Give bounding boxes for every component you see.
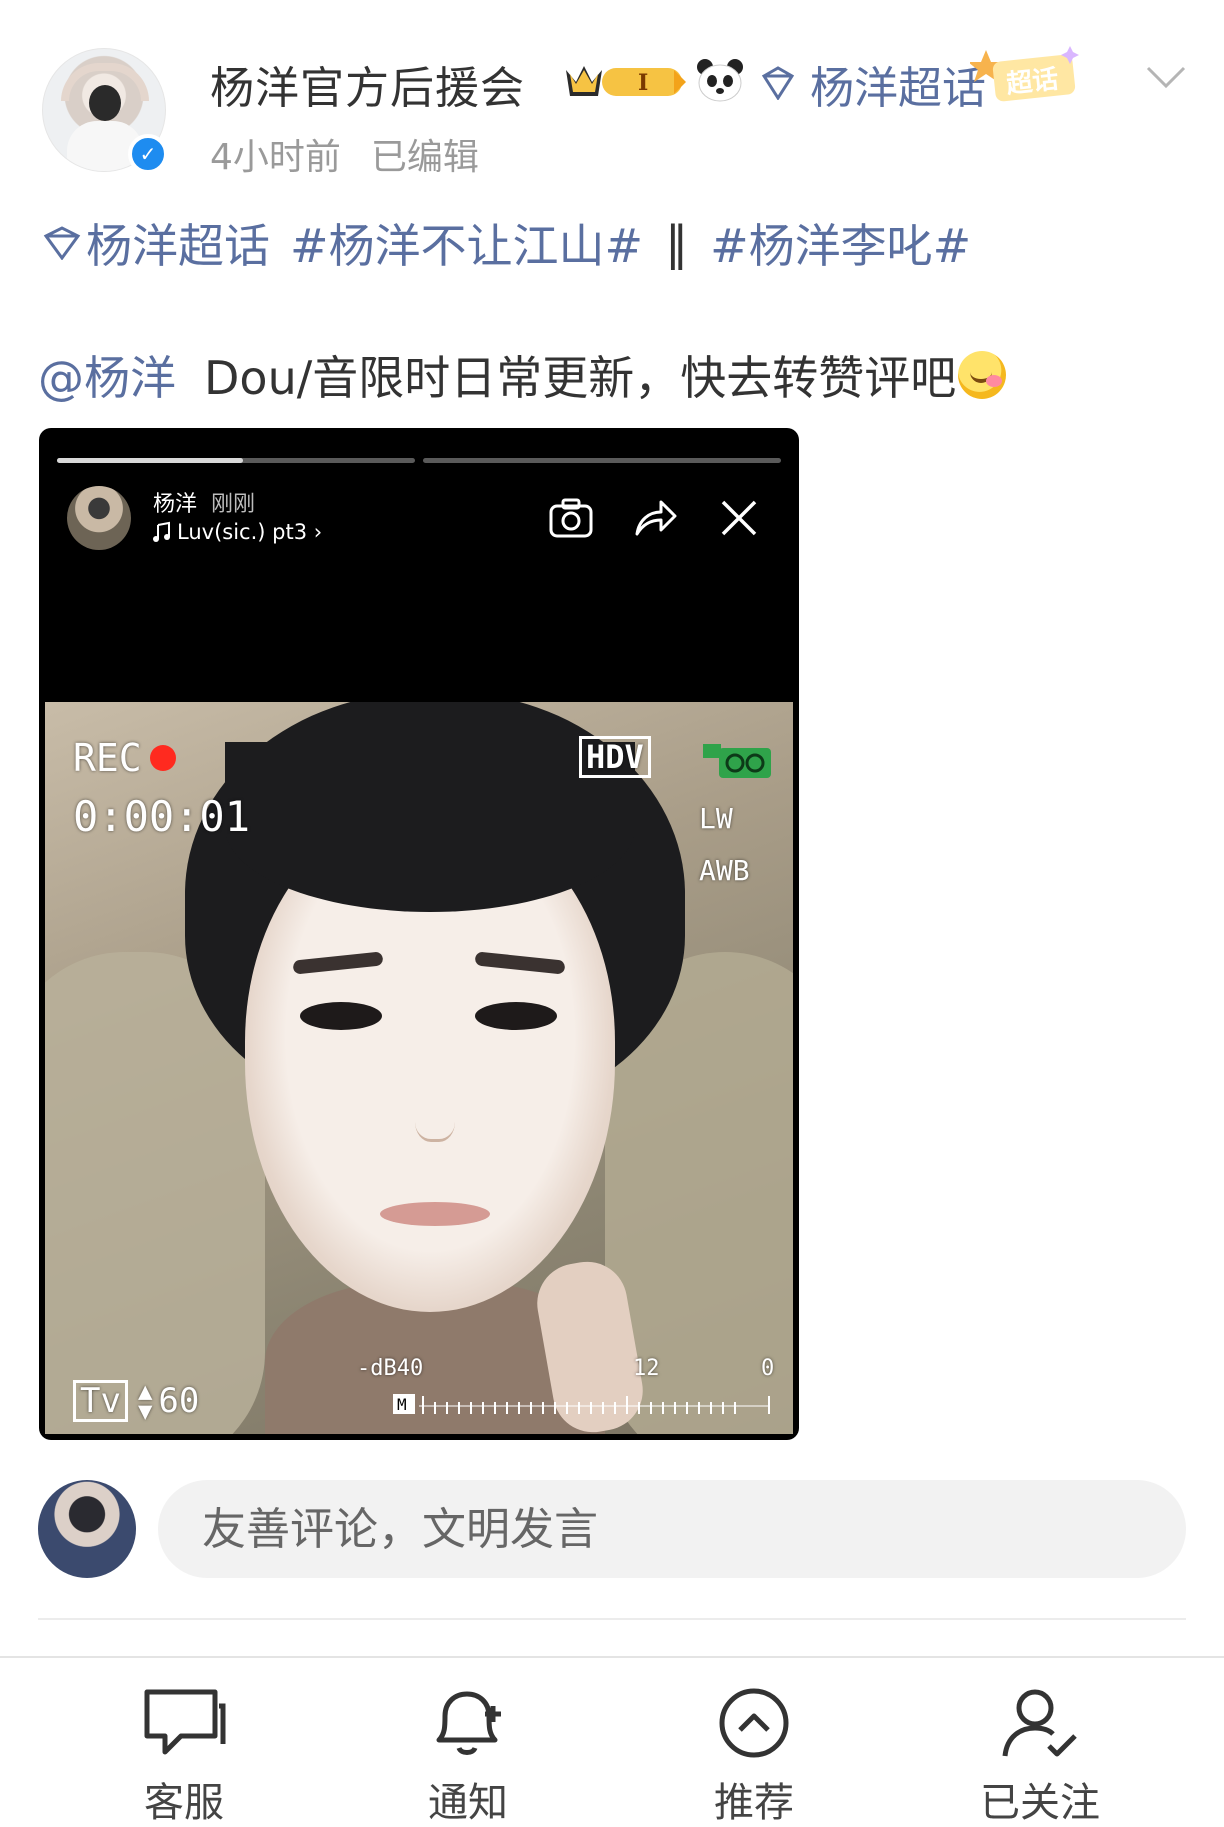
music-chevron: › [313,520,323,544]
level-12-label: 12 [633,1356,660,1381]
crown-level-badge-icon[interactable]: I [562,60,686,102]
updown-arrows-icon: ▲ ▼ [137,1377,153,1425]
bell-plus-icon [436,1691,501,1755]
story-user-name: 杨洋 [153,492,198,517]
music-note-icon [153,521,170,542]
close-icon [721,500,757,536]
chevron-down-icon[interactable] [1144,62,1188,92]
share-icon [635,500,677,536]
story-progress-bar [423,458,781,463]
lw-label: LW [699,802,733,835]
tab-following[interactable]: 已关注 [940,1666,1140,1826]
portrait-photo: REC 0:00:01 HDV LW AWB Tv ▲ ▼ 60 -dB40 12… [45,702,793,1434]
rec-indicator: REC [73,736,176,780]
supertopic-diamond-icon [761,66,795,100]
comment-input[interactable] [202,1480,1162,1578]
post-header: ✓ 杨洋官方后援会 I 杨洋超话 超话 4小时前 已编辑 [0,0,1224,180]
post-image[interactable]: 杨洋 刚刚 Luv(sic.) pt3 › REC 0:00:01 HDV LW… [39,428,799,1440]
hdv-label: HDV [579,736,651,778]
post-text: Dou/音限时日常更新，快去转赞评吧 [204,351,957,405]
supertopic-topic-link[interactable]: 杨洋超话 [86,210,270,276]
tab-notifications[interactable]: 通知 [368,1666,568,1826]
db-label: -dB40 [357,1356,424,1381]
topics-line: 杨洋超话 #杨洋不让江山# ‖ #杨洋李叱# [42,210,971,276]
tv-label: Tv [73,1380,128,1422]
svg-text:超话: 超话 [1005,65,1060,100]
music-title: Luv(sic.) pt3 [177,520,308,544]
story-time: 刚刚 [211,492,256,517]
level-0-label: 0 [761,1356,775,1381]
supertopic-link[interactable]: 杨洋超话 [810,52,986,116]
story-progress-bar [57,458,415,463]
divider [38,1618,1186,1620]
shutter-readout: Tv ▲ ▼ 60 [73,1377,200,1425]
tab-label: 已关注 [980,1780,1100,1826]
tab-customer-service[interactable]: 客服 [84,1666,284,1826]
supertopic-diamond-icon [43,226,81,260]
my-avatar[interactable] [38,1480,136,1578]
supertopic-tag-icon: 超话 [970,46,1079,102]
tab-recommend[interactable]: 推荐 [654,1666,854,1826]
separator: ‖ [665,216,689,270]
shutter-value: 60 [158,1381,200,1421]
mention-link[interactable]: @杨洋 [38,342,176,408]
story-music: Luv(sic.) pt3 › [153,520,322,544]
post-time: 4小时前 [210,137,341,178]
comment-box[interactable] [158,1480,1186,1578]
post-body: @杨洋 Dou/音限时日常更新，快去转赞评吧 [38,342,1007,408]
awb-label: AWB [699,854,750,887]
author-name[interactable]: 杨洋官方后援会 [210,52,525,116]
svg-text:I: I [638,70,648,96]
timecode: 0:00:01 [73,792,251,841]
panda-icon [697,59,743,102]
user-check-icon [1002,1689,1077,1757]
edited-label[interactable]: 已编辑 [371,137,479,178]
blush-emoji-icon [958,351,1007,399]
tab-label: 通知 [428,1780,508,1826]
verified-icon: ✓ [128,134,168,174]
chevron-up-circle-icon [719,1688,789,1758]
tab-label: 推荐 [714,1780,794,1826]
audio-meter: M [393,1394,770,1414]
bottom-bar: 客服 通知 推荐 已关注 [0,1656,1224,1827]
svg-text:M: M [397,1395,407,1414]
tape-icon [703,744,771,778]
tab-label: 客服 [144,1780,224,1826]
rec-dot-icon [149,745,176,771]
camera-icon [549,498,593,538]
hashtag-link[interactable]: #杨洋不让江山# [290,210,643,276]
chat-bubble-icon [144,1689,226,1755]
post-meta: 4小时前 已编辑 [210,128,479,180]
story-avatar [67,486,131,550]
hashtag-link[interactable]: #杨洋李叱# [710,210,971,276]
